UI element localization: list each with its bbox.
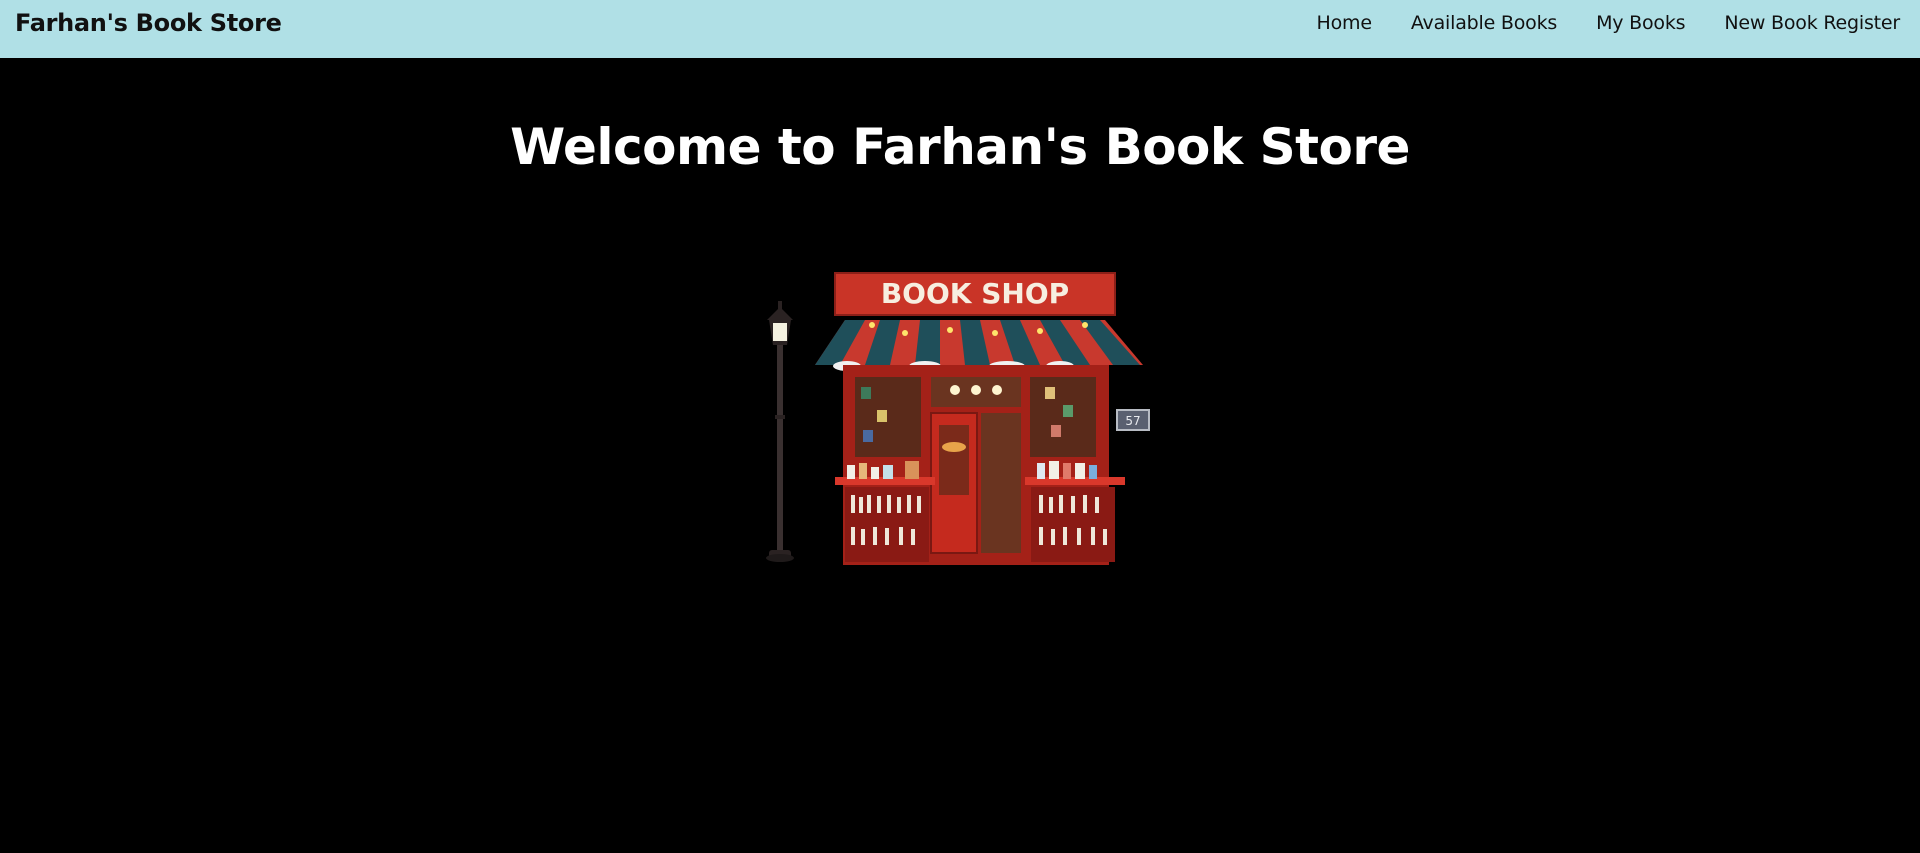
shop-sign: BOOK SHOP <box>834 272 1116 316</box>
shop-sign-text: BOOK SHOP <box>881 277 1069 310</box>
brand-link[interactable]: Farhan's Book Store <box>15 9 282 37</box>
street-lamp-icon <box>766 301 794 562</box>
book-shop-storefront-image: BOOK SHOP 57 <box>766 272 1150 565</box>
house-number-text: 57 <box>1125 414 1140 428</box>
striped-awning <box>815 320 1143 371</box>
page-title: Welcome to Farhan's Book Store <box>510 118 1410 176</box>
nav-my-books-link[interactable]: My Books <box>1596 12 1685 34</box>
nav-available-books-link[interactable]: Available Books <box>1411 12 1557 34</box>
nav-new-book-register-link[interactable]: New Book Register <box>1724 12 1900 34</box>
nav-links: Home Available Books My Books New Book R… <box>1317 12 1901 34</box>
top-navbar: Farhan's Book Store Home Available Books… <box>0 0 1920 58</box>
house-number-plate: 57 <box>1116 409 1150 431</box>
nav-home-link[interactable]: Home <box>1317 12 1373 34</box>
